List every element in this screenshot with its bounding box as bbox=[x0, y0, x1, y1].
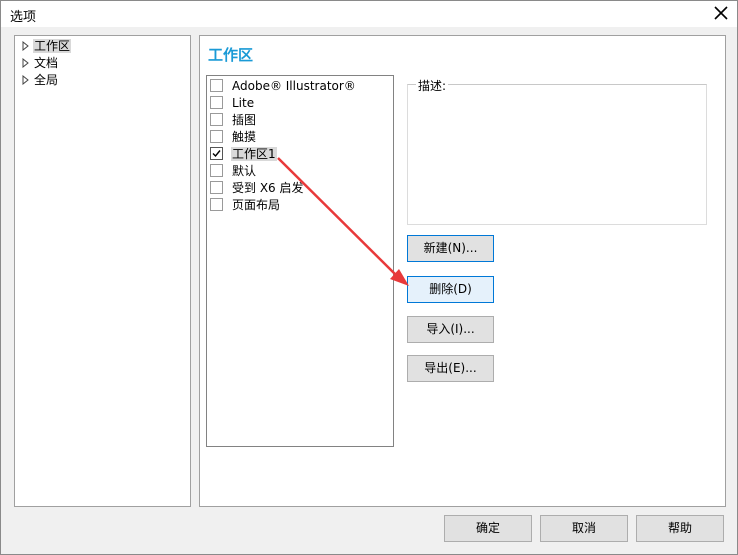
workspace-label: 受到 X6 启发 bbox=[232, 181, 304, 195]
page-title: 工作区 bbox=[208, 46, 254, 64]
workspace-item[interactable]: 插图 bbox=[210, 112, 257, 129]
check-icon bbox=[212, 150, 221, 158]
tree-item-label: 工作区 bbox=[33, 39, 72, 53]
workspace-checkbox[interactable] bbox=[210, 164, 223, 177]
expand-arrow-icon[interactable] bbox=[22, 55, 33, 71]
tree-item-workspace[interactable]: 工作区 bbox=[22, 38, 72, 54]
workspace-panel: 工作区 Adobe® Illustrator® Lite 插图 触摸 工作区1 … bbox=[199, 35, 726, 507]
delete-button[interactable]: 删除(D) bbox=[407, 276, 494, 303]
workspace-checkbox[interactable] bbox=[210, 96, 223, 109]
workspace-label: 工作区1 bbox=[231, 147, 277, 161]
tree-item-global[interactable]: 全局 bbox=[22, 72, 59, 88]
workspace-label: Adobe® Illustrator® bbox=[232, 79, 356, 93]
workspace-item[interactable]: 受到 X6 启发 bbox=[210, 180, 305, 197]
category-tree[interactable]: 工作区 文档 全局 bbox=[14, 35, 191, 507]
description-box bbox=[407, 84, 707, 225]
workspace-item[interactable]: 页面布局 bbox=[210, 197, 281, 214]
workspace-item[interactable]: Adobe® Illustrator® bbox=[210, 78, 357, 95]
workspace-checkbox-checked[interactable] bbox=[210, 147, 223, 160]
workspace-label: Lite bbox=[232, 96, 255, 110]
tree-item-label: 文档 bbox=[34, 56, 59, 70]
help-button[interactable]: 帮助 bbox=[636, 515, 724, 542]
ok-button[interactable]: 确定 bbox=[444, 515, 532, 542]
workspace-label: 默认 bbox=[232, 164, 257, 178]
workspace-label: 触摸 bbox=[232, 130, 257, 144]
workspace-item[interactable]: 触摸 bbox=[210, 129, 257, 146]
tree-item-document[interactable]: 文档 bbox=[22, 55, 59, 71]
cancel-button[interactable]: 取消 bbox=[540, 515, 628, 542]
workspace-checkbox[interactable] bbox=[210, 130, 223, 143]
expand-arrow-icon[interactable] bbox=[22, 38, 33, 54]
expand-arrow-icon[interactable] bbox=[22, 72, 33, 88]
workspace-checkbox[interactable] bbox=[210, 198, 223, 211]
workspace-checkbox[interactable] bbox=[210, 181, 223, 194]
window-title: 选项 bbox=[10, 10, 37, 25]
workspace-list[interactable]: Adobe® Illustrator® Lite 插图 触摸 工作区1 默认 受… bbox=[206, 75, 394, 447]
workspace-item-selected[interactable]: 工作区1 bbox=[210, 146, 277, 163]
workspace-label: 页面布局 bbox=[232, 198, 281, 212]
title-bar: 选项 bbox=[1, 1, 737, 27]
tree-item-label: 全局 bbox=[34, 73, 59, 87]
close-button[interactable] bbox=[706, 1, 736, 27]
workspace-label: 插图 bbox=[232, 113, 257, 127]
workspace-checkbox[interactable] bbox=[210, 113, 223, 126]
import-button[interactable]: 导入(I)... bbox=[407, 316, 494, 343]
export-button[interactable]: 导出(E)... bbox=[407, 355, 494, 382]
workspace-checkbox[interactable] bbox=[210, 79, 223, 92]
workspace-item[interactable]: 默认 bbox=[210, 163, 257, 180]
description-label: 描述: bbox=[416, 77, 449, 94]
close-icon bbox=[714, 6, 728, 20]
options-dialog: 选项 工作区 文档 全局 工作区 Adobe® Illustrator® Lit… bbox=[0, 0, 738, 555]
new-button[interactable]: 新建(N)... bbox=[407, 235, 494, 262]
workspace-item[interactable]: Lite bbox=[210, 95, 255, 112]
